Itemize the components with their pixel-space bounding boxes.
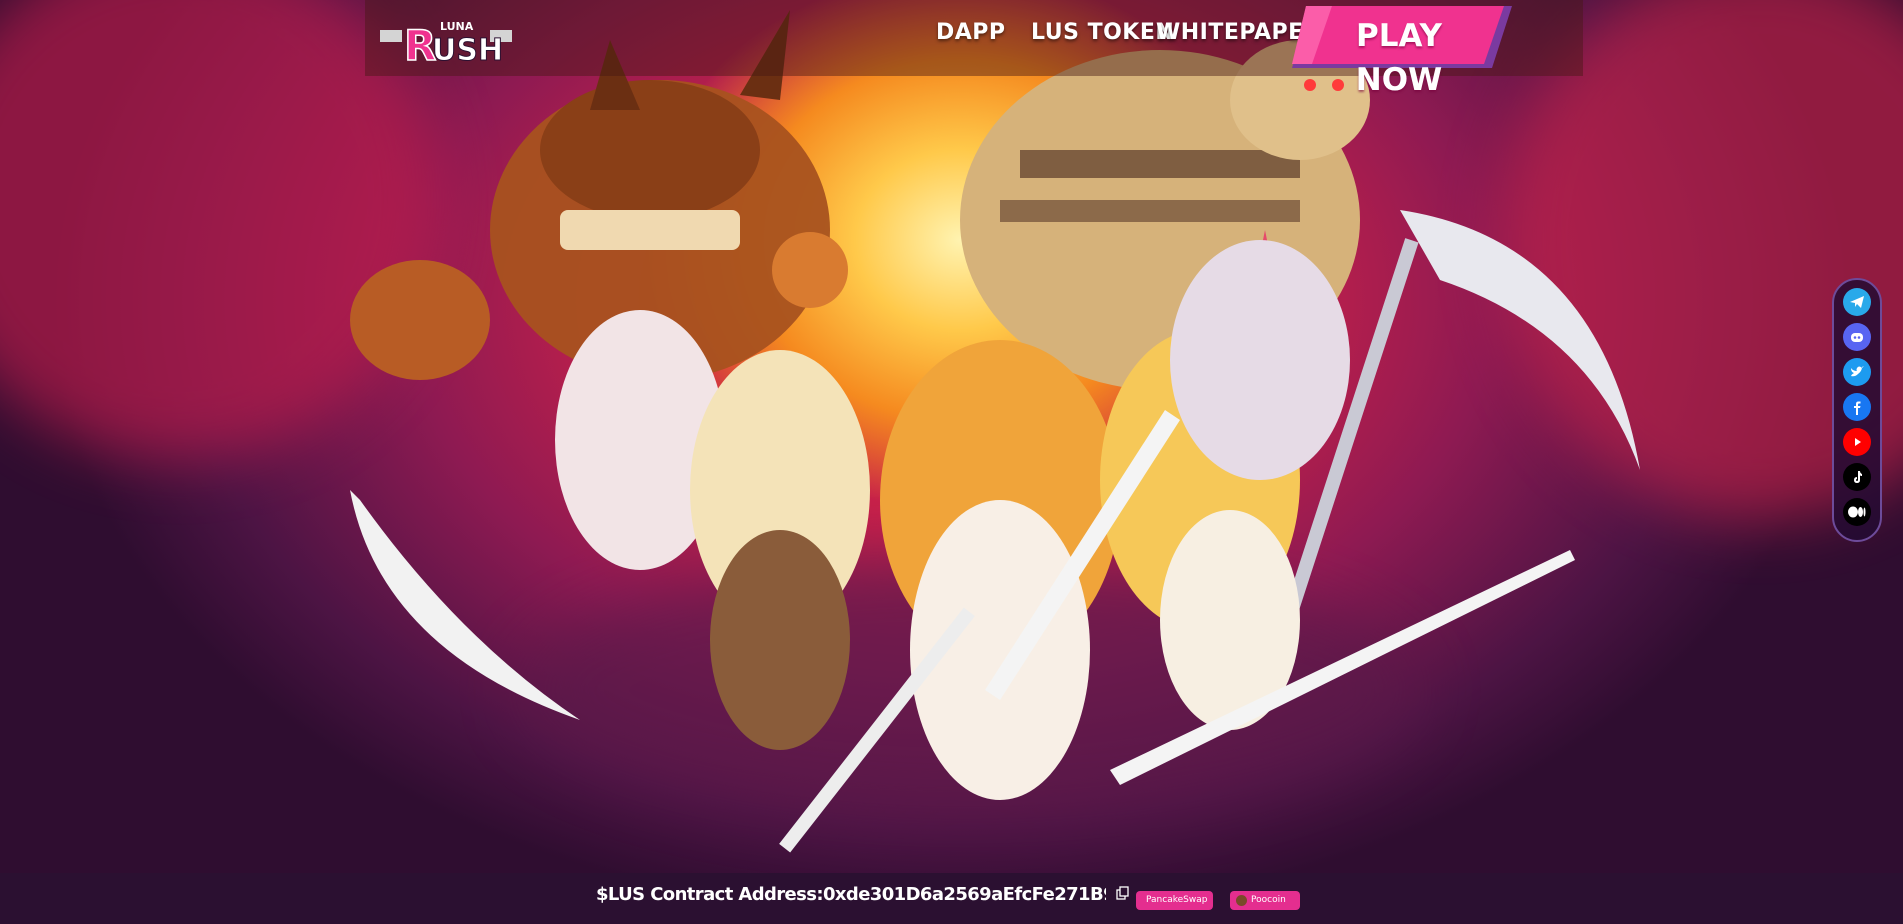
copy-icon[interactable] xyxy=(1116,886,1130,900)
contract-address-text: $LUS Contract Address:0xde301D6a2569aEfc… xyxy=(596,884,1106,905)
facebook-icon[interactable] xyxy=(1843,393,1871,421)
pancakeswap-label: PancakeSwap xyxy=(1146,895,1208,905)
poocoin-label: Poocoin xyxy=(1251,895,1286,905)
play-now-label: PLAY NOW xyxy=(1355,18,1443,98)
svg-text:USH: USH xyxy=(432,33,503,68)
contract-address-value[interactable]: 0xde301D6a2569aEfcFe271B9d98f318BAee1D30… xyxy=(823,884,1106,905)
poocoin-link[interactable]: Poocoin xyxy=(1230,891,1300,910)
tiktok-icon[interactable] xyxy=(1843,463,1871,491)
twitter-icon[interactable] xyxy=(1843,358,1871,386)
youtube-icon[interactable] xyxy=(1843,428,1871,456)
nav-link-lus-token[interactable]: LUS TOKEN xyxy=(1031,20,1174,45)
svg-text:LUNA: LUNA xyxy=(440,20,474,33)
medium-icon[interactable] xyxy=(1843,498,1871,526)
pancakeswap-link[interactable]: PancakeSwap xyxy=(1136,891,1213,910)
poocoin-icon xyxy=(1236,895,1247,906)
contract-label: $LUS Contract Address: xyxy=(596,884,824,905)
nav-link-dapp[interactable]: DAPP xyxy=(936,20,1006,45)
luna-rush-logo[interactable]: R USH LUNA xyxy=(378,10,514,72)
hero-banner xyxy=(0,0,1903,873)
heroes-illustration xyxy=(350,10,1640,853)
telegram-icon[interactable] xyxy=(1843,288,1871,316)
discord-icon[interactable] xyxy=(1843,323,1871,351)
